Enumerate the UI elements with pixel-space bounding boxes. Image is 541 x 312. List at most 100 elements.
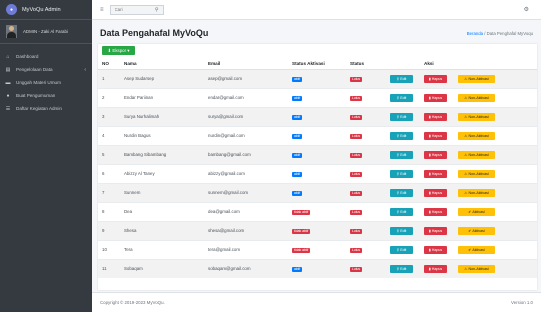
sidebar-item-label: Dashboard xyxy=(16,54,39,59)
cell-delete: ▮ Hapus xyxy=(420,182,454,202)
cell-activation-action: ✔ Aktivasi xyxy=(454,239,537,259)
export-button[interactable]: ⬇ Ekspor ▾ xyxy=(102,46,135,55)
activation-toggle-button[interactable]: ⚠ Non-Aktivasi xyxy=(458,169,495,178)
cell-email: abizzy@gmail.com xyxy=(204,163,288,183)
edit-button[interactable]: ⚲ Edit xyxy=(390,207,413,216)
footer-copyright: Copyright © 2019-2023 MyVoQu. xyxy=(100,300,165,305)
users-table: NO Nama Email Status Aktivasi Status Aks… xyxy=(98,59,537,278)
edit-label: Edit xyxy=(400,76,407,81)
cell-status-aktivasi: aktif xyxy=(288,182,346,202)
cell-delete: ▮ Hapus xyxy=(420,220,454,240)
col-header-status[interactable]: Status xyxy=(346,59,386,70)
user-name: ADMIN - Zaki Al Farabi xyxy=(23,29,68,34)
activation-toggle-button[interactable]: ⚠ Non-Aktivasi xyxy=(458,93,495,102)
cell-edit: ⚲ Edit xyxy=(386,144,420,164)
activation-toggle-button[interactable]: ✔ Aktivasi xyxy=(458,245,495,254)
delete-button[interactable]: ▮ Hapus xyxy=(424,245,447,254)
table-header-row: NO Nama Email Status Aktivasi Status Aks… xyxy=(98,59,537,70)
user-panel[interactable]: ADMIN - Zaki Al Farabi xyxy=(0,20,92,44)
cell-activation-action: ⚠ Non-Aktivasi xyxy=(454,182,537,202)
delete-button[interactable]: ▮ Hapus xyxy=(424,131,447,140)
cell-activation-action: ⚠ Non-Aktivasi xyxy=(454,106,537,126)
brand[interactable]: ● MyVoQu Admin xyxy=(0,0,92,20)
activation-toggle-button[interactable]: ✔ Aktivasi xyxy=(458,226,495,235)
search-input[interactable] xyxy=(114,7,151,12)
cell-delete: ▮ Hapus xyxy=(420,258,454,278)
activation-toggle-button[interactable]: ⚠ Non-Aktivasi xyxy=(458,264,495,273)
delete-button[interactable]: ▮ Hapus xyxy=(424,93,447,102)
activation-action-label: Non-Aktivasi xyxy=(468,171,489,176)
sidebar-item-label: Daftar Kegiatan Admin xyxy=(16,106,62,111)
cell-activation-action: ⚠ Non-Aktivasi xyxy=(454,144,537,164)
status-badge: Lulus xyxy=(350,209,363,215)
cell-no: 10 xyxy=(98,239,120,259)
search-icon[interactable]: ⚲ xyxy=(155,7,159,13)
activation-toggle-button[interactable]: ⚠ Non-Aktivasi xyxy=(458,74,495,83)
table-icon: ▤ xyxy=(5,66,11,73)
delete-button[interactable]: ▮ Hapus xyxy=(424,150,447,159)
delete-button[interactable]: ▮ Hapus xyxy=(424,112,447,121)
table-row: 2 Endar Pariinan endar@gmail.com aktif Lulus… xyxy=(98,87,537,107)
cell-status-aktivasi: aktif xyxy=(288,106,346,126)
delete-button[interactable]: ▮ Hapus xyxy=(424,188,447,197)
edit-button[interactable]: ⚲ Edit xyxy=(390,264,413,273)
activation-toggle-button[interactable]: ⚠ Non-Aktivasi xyxy=(458,131,495,140)
status-badge: Lulus xyxy=(350,133,363,139)
sidebar-item-pengelolaan-data[interactable]: ▤ Pengelolaan Data ‹ xyxy=(0,63,92,76)
cell-no: 8 xyxy=(98,201,120,221)
sidebar-item-daftar-kegiatan[interactable]: ☰ Daftar Kegiatan Admin xyxy=(0,102,92,115)
activation-toggle-button[interactable]: ⚠ Non-Aktivasi xyxy=(458,112,495,121)
activation-toggle-button[interactable]: ✔ Aktivasi xyxy=(458,207,495,216)
activation-action-label: Non-Aktivasi xyxy=(468,114,489,119)
col-header-no[interactable]: NO xyxy=(98,59,120,70)
edit-button[interactable]: ⚲ Edit xyxy=(390,74,413,83)
cell-nama: Sunnem xyxy=(120,182,204,202)
edit-button[interactable]: ⚲ Edit xyxy=(390,93,413,102)
activation-toggle-button[interactable]: ⚠ Non-Aktivasi xyxy=(458,188,495,197)
cell-email: bambang@gmail.com xyxy=(204,144,288,164)
col-header-email[interactable]: Email xyxy=(204,59,288,70)
footer: Copyright © 2019-2023 MyVoQu. Version 1.… xyxy=(92,292,541,312)
cell-nama: Nurdin Bagus xyxy=(120,125,204,145)
delete-label: Hapus xyxy=(431,190,443,195)
delete-button[interactable]: ▮ Hapus xyxy=(424,264,447,273)
breadcrumb-home-link[interactable]: Beranda xyxy=(467,31,483,36)
book-icon: ▬ xyxy=(5,79,11,86)
sidebar-item-unggah-materi[interactable]: ▬ Unggah Materi Umum xyxy=(0,76,92,89)
cell-email: endar@gmail.com xyxy=(204,87,288,107)
edit-button[interactable]: ⚲ Edit xyxy=(390,188,413,197)
delete-button[interactable]: ▮ Hapus xyxy=(424,226,447,235)
table-body: 1 Asep Sudarsep asep@gmail.com aktif Lulus ⚲ … xyxy=(98,68,537,278)
search-box: ⚲ xyxy=(109,4,164,15)
delete-label: Hapus xyxy=(431,76,443,81)
activation-toggle-button[interactable]: ⚠ Non-Aktivasi xyxy=(458,150,495,159)
col-header-status-aktivasi[interactable]: Status Aktivasi xyxy=(288,59,346,70)
cell-status-aktivasi: tidak aktif xyxy=(288,239,346,259)
edit-button[interactable]: ⚲ Edit xyxy=(390,226,413,235)
activation-action-label: Non-Aktivasi xyxy=(468,152,489,157)
gear-icon[interactable]: ⚙ xyxy=(524,6,529,13)
data-card: ⬇ Ekspor ▾ NO Nama Email Status Aktivasi… xyxy=(98,44,537,290)
delete-button[interactable]: ▮ Hapus xyxy=(424,207,447,216)
edit-button[interactable]: ⚲ Edit xyxy=(390,169,413,178)
edit-label: Edit xyxy=(400,266,407,271)
edit-button[interactable]: ⚲ Edit xyxy=(390,150,413,159)
delete-button[interactable]: ▮ Hapus xyxy=(424,169,447,178)
sidebar-item-dashboard[interactable]: ⌂ Dashboard xyxy=(0,50,92,63)
edit-button[interactable]: ⚲ Edit xyxy=(390,112,413,121)
activation-action-label: Non-Aktivasi xyxy=(468,266,489,271)
col-header-nama[interactable]: Nama xyxy=(120,59,204,70)
hamburger-menu-icon[interactable]: ≡ xyxy=(100,7,104,13)
edit-button[interactable]: ⚲ Edit xyxy=(390,131,413,140)
cell-status: Lulus xyxy=(346,220,386,240)
delete-button[interactable]: ▮ Hapus xyxy=(424,74,447,83)
edit-button[interactable]: ⚲ Edit xyxy=(390,245,413,254)
cell-activation-action: ✔ Aktivasi xyxy=(454,201,537,221)
cell-edit: ⚲ Edit xyxy=(386,125,420,145)
cell-status: Lulus xyxy=(346,106,386,126)
home-icon: ⌂ xyxy=(6,53,10,60)
activation-badge: aktif xyxy=(292,266,303,272)
col-header-aksi[interactable]: Aksi xyxy=(420,59,454,70)
sidebar-item-buat-pengumuman[interactable]: ● Buat Pengumuman xyxy=(0,89,92,102)
cell-status: Lulus xyxy=(346,144,386,164)
